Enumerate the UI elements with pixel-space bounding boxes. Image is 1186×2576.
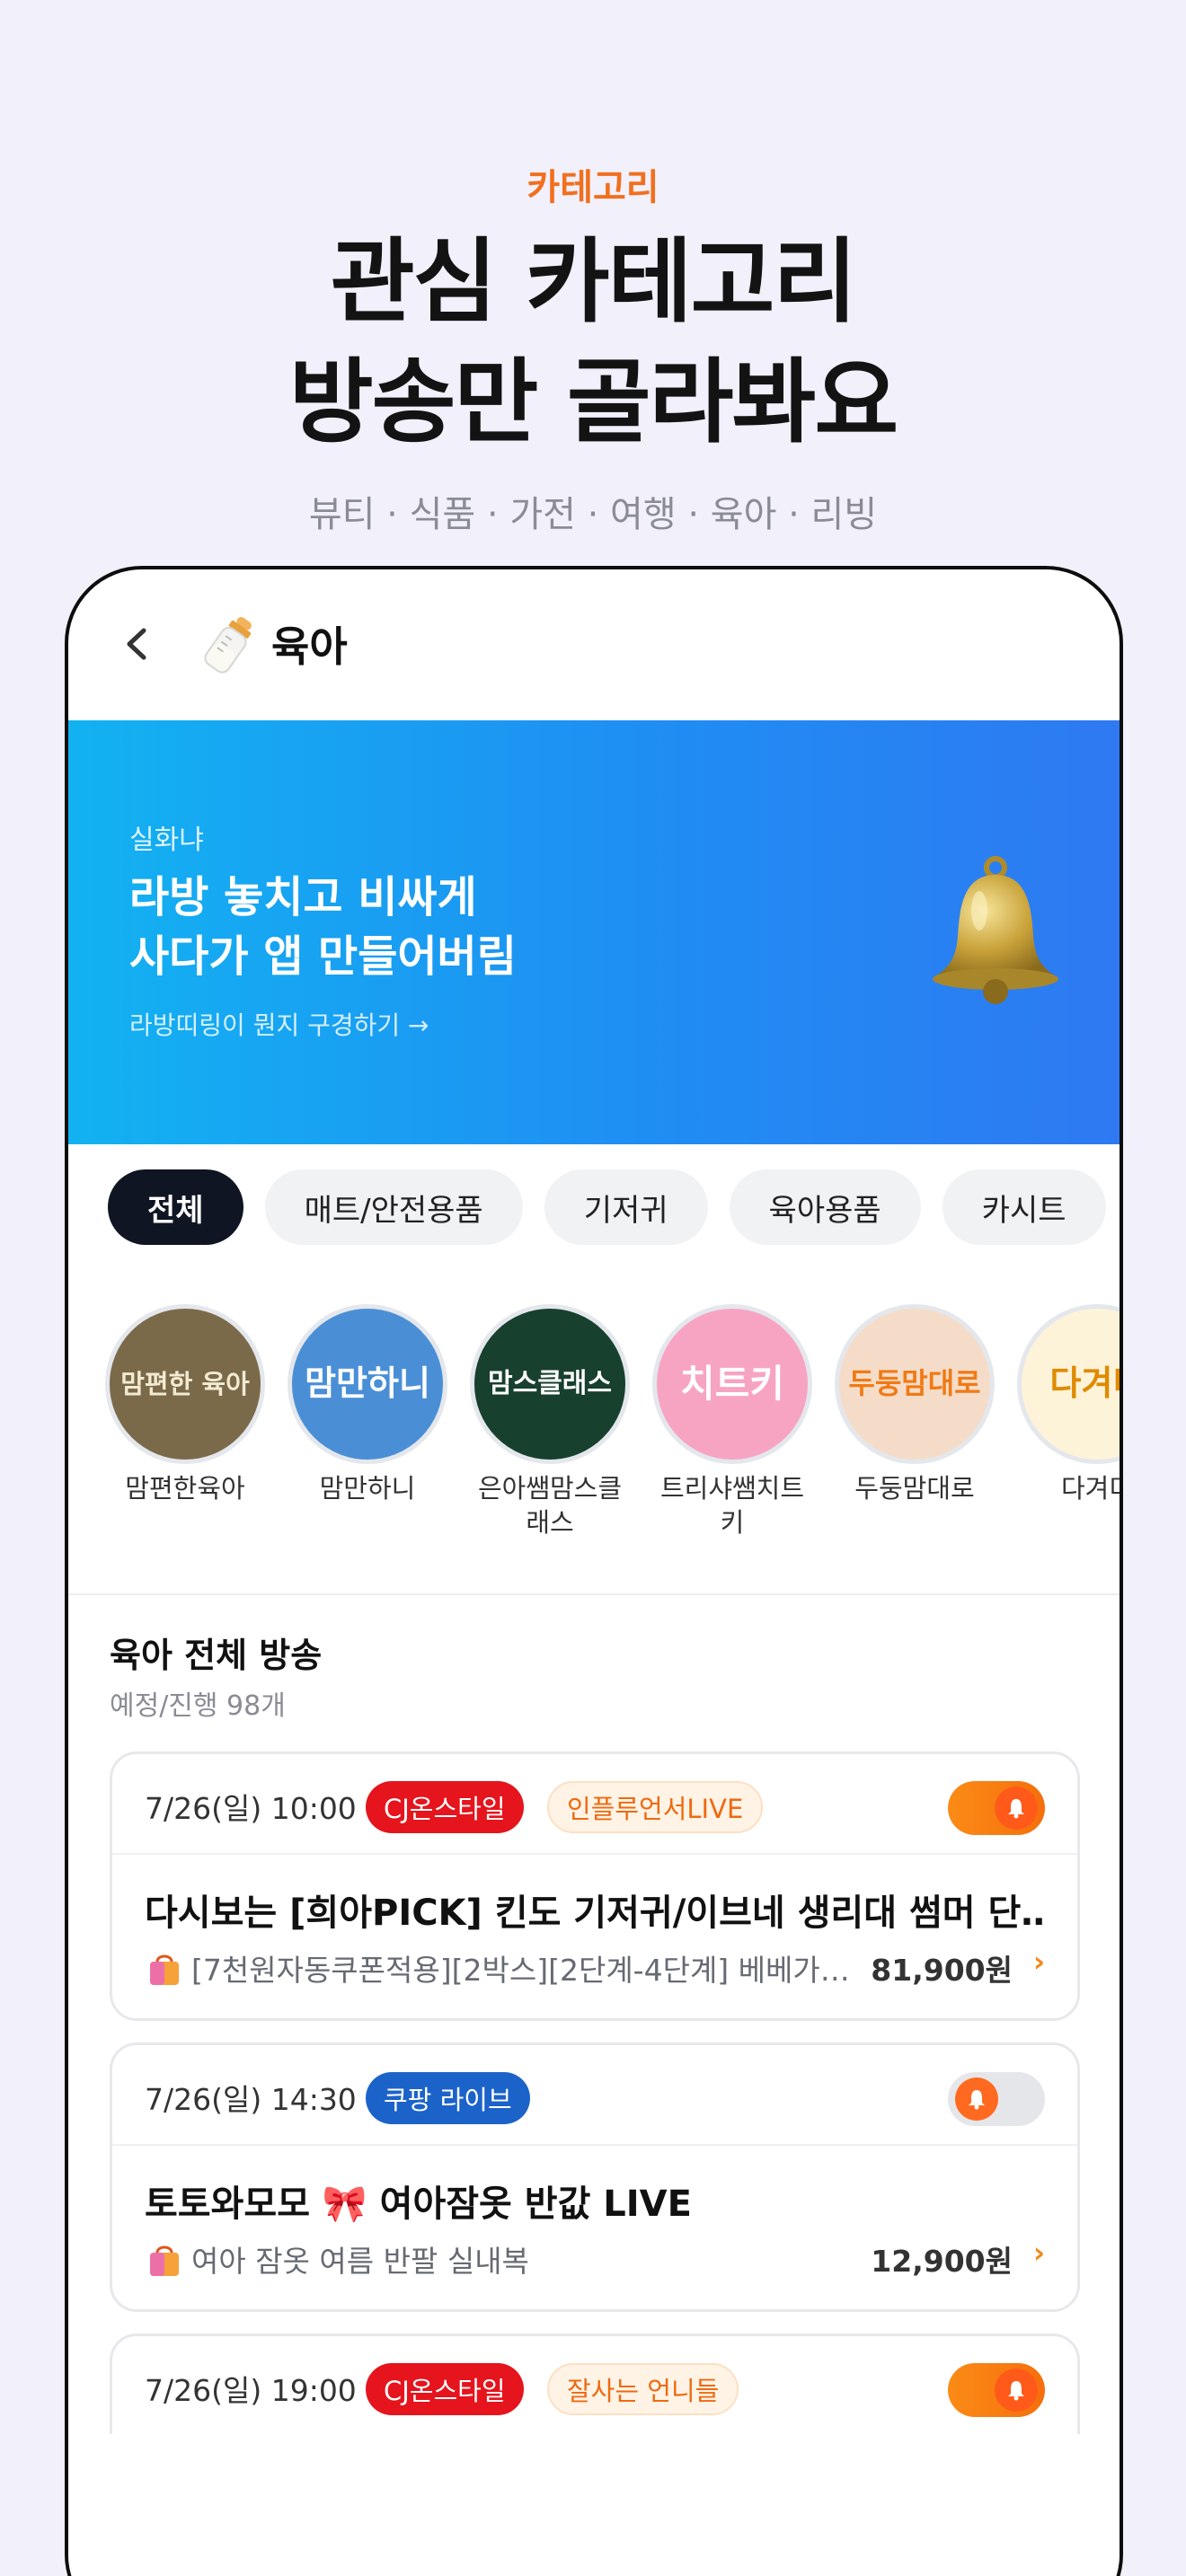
- channel-item[interactable]: 두둥맘대로 두둥맘대로: [834, 1304, 996, 1505]
- alarm-toggle[interactable]: [948, 1781, 1045, 1835]
- channel-item[interactable]: 맘스클래스 은아쌤맘스클래스: [469, 1304, 631, 1539]
- chip-mat-safety[interactable]: 매트/안전용품: [264, 1169, 523, 1245]
- alarm-toggle[interactable]: [948, 2363, 1045, 2417]
- avatar: 두둥맘대로: [835, 1304, 995, 1464]
- page-title: 육아: [271, 622, 348, 671]
- broadcast-title: 토토와모모 🎀 여아잠옷 반값 LIVE: [145, 2183, 692, 2225]
- chip-baby-goods[interactable]: 육아용품: [729, 1169, 921, 1245]
- card-header: 7/26(일) 19:00 CJ온스타일 잘사는 언니들: [112, 2336, 1077, 2437]
- banner-kicker: 실화냐: [129, 825, 204, 856]
- channel-logo: 치트키: [680, 1361, 784, 1406]
- broadcast-time: 7/26(일) 19:00: [145, 2373, 357, 2408]
- broadcast-title: 다시보는 [희아PICK] 킨도 기저귀/이브네 생리대 썸머 단…: [145, 1892, 1043, 1934]
- shopping-bag-icon: [145, 2240, 184, 2287]
- channel-tag: 쿠팡 라이브: [366, 2072, 530, 2124]
- avatar: 치트키: [652, 1304, 812, 1464]
- channel-item[interactable]: 맘편한 육아 맘편한육아: [104, 1304, 266, 1505]
- chevron-right-icon[interactable]: ›: [1033, 2236, 1045, 2270]
- channel-list: 맘편한 육아 맘편한육아 맘만하니 맘만하니 맘스클래스 은아쌤맘스클래스 치트…: [104, 1304, 1120, 1538]
- channel-logo: 맘만하니: [305, 1363, 430, 1404]
- bell-icon: [933, 856, 1058, 1004]
- chip-diaper[interactable]: 기저귀: [544, 1169, 708, 1245]
- channel-tag: CJ온스타일: [366, 1781, 524, 1833]
- channel-name: 다겨미: [1060, 1473, 1120, 1504]
- broadcast-time: 7/26(일) 14:30: [145, 2082, 357, 2117]
- section-subtitle: 예정/진행 98개: [110, 1690, 286, 1722]
- hero-title: 관심 카테고리 방송만 골라봐요: [0, 223, 1186, 463]
- channel-logo: 맘편한 육아: [120, 1368, 250, 1399]
- channel-logo: 맘스클래스: [488, 1368, 612, 1400]
- channel-name: 맘편한육아: [125, 1473, 245, 1504]
- shopping-bag-icon: [145, 1949, 184, 1996]
- banner-title: 라방 놓치고 비싸게 사다가 앱 만들어버림: [129, 868, 517, 986]
- top-bar: 육아: [68, 569, 1120, 720]
- section-title: 육아 전체 방송: [110, 1636, 323, 1675]
- bell-icon: [955, 2078, 998, 2121]
- hero-title-line1: 관심 카테고리: [330, 229, 858, 336]
- channel-logo: 두둥맘대로: [848, 1366, 981, 1401]
- channel-name: 맘만하니: [319, 1473, 416, 1504]
- chip-car-seat[interactable]: 카시트: [942, 1169, 1106, 1245]
- chevron-left-icon[interactable]: [115, 622, 160, 666]
- phone-frame: 육아 실화냐 라방 놓치고 비싸게 사다가 앱 만들어버림 라방띠링이 뭔지 구…: [65, 566, 1123, 2576]
- hero-title-line2: 방송만 골라봐요: [288, 349, 898, 456]
- broadcast-time: 7/26(일) 10:00: [145, 1791, 357, 1826]
- channel-name: 두둥맘대로: [854, 1473, 975, 1504]
- channel-item[interactable]: 다겨미 다겨미: [1016, 1304, 1120, 1505]
- chevron-right-icon[interactable]: ›: [1033, 1945, 1045, 1979]
- banner-link[interactable]: 라방띠링이 뭔지 구경하기 →: [129, 1006, 429, 1042]
- product-line: [7천원자동쿠폰적용][2박스][2단계-4단계] 베베가…: [145, 1946, 850, 1996]
- channel-logo: 다겨미: [1049, 1363, 1120, 1404]
- channel-name: 트리샤쌤치트키: [659, 1473, 805, 1538]
- avatar: 맘편한 육아: [105, 1304, 265, 1464]
- product-price: 81,900원: [871, 1953, 1013, 1988]
- channel-item[interactable]: 치트키 트리샤쌤치트키: [651, 1304, 813, 1539]
- category-chips: 전체 매트/안전용품 기저귀 육아용품 카시트: [108, 1169, 1106, 1245]
- list-cutoff: [68, 2434, 1120, 2576]
- type-tag: 인플루언서LIVE: [547, 1781, 764, 1833]
- avatar: 맘만하니: [288, 1304, 447, 1464]
- avatar: 맘스클래스: [470, 1304, 630, 1464]
- channel-item[interactable]: 맘만하니 맘만하니: [287, 1304, 448, 1505]
- hero-kicker: 카테고리: [527, 167, 659, 208]
- banner-title-line1: 라방 놓치고 비싸게: [129, 872, 477, 922]
- broadcast-card[interactable]: 7/26(일) 14:30 쿠팡 라이브 토토와모모 🎀 여아잠옷 반값 LIV…: [110, 2042, 1080, 2312]
- promo-banner[interactable]: 실화냐 라방 놓치고 비싸게 사다가 앱 만들어버림 라방띠링이 뭔지 구경하기…: [68, 720, 1120, 1144]
- broadcast-card[interactable]: 7/26(일) 10:00 CJ온스타일 인플루언서LIVE 다시보는 [희아P…: [110, 1751, 1080, 2021]
- banner-title-line2: 사다가 앱 만들어버림: [129, 931, 517, 982]
- baby-bottle-icon: [204, 616, 252, 674]
- type-tag: 잘사는 언니들: [547, 2363, 739, 2415]
- hero-subtitle: 뷰티 · 식품 · 가전 · 여행 · 육아 · 리빙: [308, 494, 878, 535]
- section-divider: [68, 1593, 1120, 1595]
- bell-icon: [995, 1786, 1038, 1830]
- card-header: 7/26(일) 10:00 CJ온스타일 인플루언서LIVE: [112, 1754, 1077, 1855]
- channel-tag: CJ온스타일: [366, 2363, 524, 2415]
- bell-icon: [995, 2369, 1038, 2412]
- product-name: [7천원자동쿠폰적용][2박스][2단계-4단계] 베베가…: [191, 1953, 850, 1988]
- product-price: 12,900원: [871, 2244, 1013, 2279]
- product-line: 여아 잠옷 여름 반팔 실내복: [145, 2237, 529, 2287]
- channel-name: 은아쌤맘스클래스: [477, 1473, 623, 1538]
- avatar: 다겨미: [1017, 1304, 1120, 1464]
- card-header: 7/26(일) 14:30 쿠팡 라이브: [112, 2045, 1077, 2146]
- alarm-toggle[interactable]: [948, 2072, 1045, 2126]
- chip-all[interactable]: 전체: [108, 1169, 243, 1245]
- product-name: 여아 잠옷 여름 반팔 실내복: [191, 2244, 529, 2279]
